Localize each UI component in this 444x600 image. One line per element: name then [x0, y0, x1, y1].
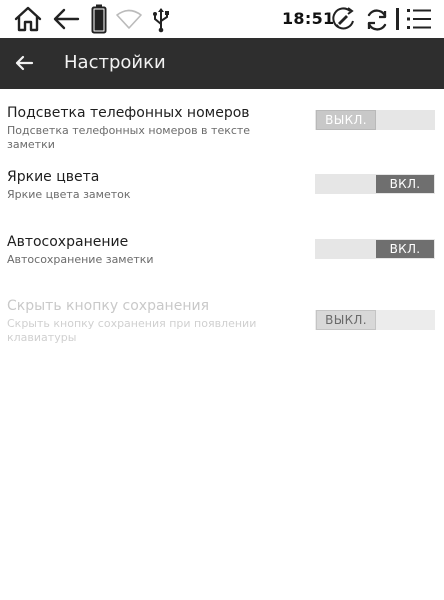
setting-label: Яркие цвета: [7, 169, 100, 185]
sync-icon[interactable]: [330, 6, 356, 32]
setting-description: Яркие цвета заметок: [7, 188, 131, 201]
usb-icon: [153, 8, 169, 33]
status-bar: 18:51: [0, 0, 444, 38]
setting-description: Скрыть кнопку сохранения при появлении к…: [7, 317, 257, 344]
setting-label: Подсветка телефонных номеров: [7, 105, 250, 121]
toggle-switch[interactable]: ВКЛ.: [315, 174, 435, 194]
clock: 18:51: [282, 9, 335, 28]
battery-icon: [91, 4, 107, 34]
toggle-state-label: ВЫКЛ.: [316, 110, 376, 130]
home-icon[interactable]: [13, 6, 43, 32]
app-bar: Настройки: [0, 38, 444, 89]
back-arrow-icon[interactable]: [52, 7, 80, 31]
setting-label: Автосохранение: [7, 234, 129, 250]
toggle-state-label: ВЫКЛ.: [316, 310, 376, 330]
toggle-switch: ВЫКЛ.: [315, 310, 435, 330]
toggle-switch[interactable]: ВКЛ.: [315, 239, 435, 259]
status-divider: [396, 8, 399, 30]
arrow-left-icon[interactable]: [14, 53, 34, 73]
toggle-switch[interactable]: ВЫКЛ.: [315, 110, 435, 130]
refresh-icon[interactable]: [364, 7, 390, 33]
page-title: Настройки: [64, 52, 166, 73]
setting-label: Скрыть кнопку сохранения: [7, 298, 210, 314]
wifi-icon: [116, 9, 142, 29]
toggle-state-label: ВКЛ.: [376, 240, 434, 258]
setting-description: Подсветка телефонных номеров в тексте за…: [7, 124, 251, 151]
menu-icon[interactable]: [406, 8, 432, 30]
toggle-state-label: ВКЛ.: [376, 175, 434, 193]
setting-description: Автосохранение заметки: [7, 253, 154, 266]
